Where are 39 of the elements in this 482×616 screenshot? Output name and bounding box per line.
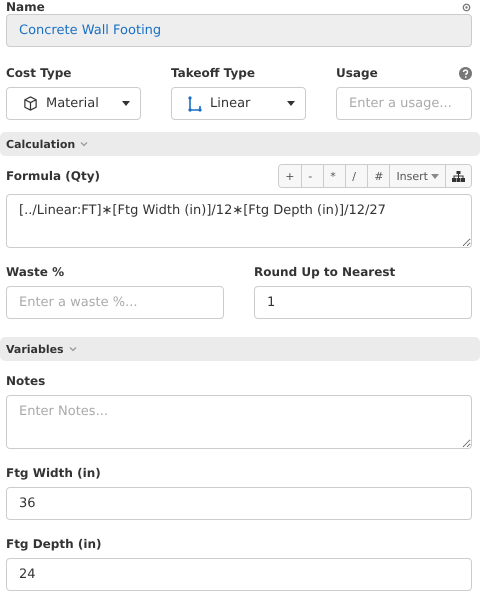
operator-button[interactable]: # <box>367 165 390 187</box>
field-label: Takeoff Type <box>171 66 255 80</box>
section-header[interactable]: Calculation <box>0 132 480 156</box>
operator-button[interactable]: * <box>323 165 346 187</box>
takeoff-type-select[interactable]: Linear <box>171 87 306 120</box>
field-label: Ftg Width (in) <box>6 466 101 480</box>
operator-button[interactable]: - <box>301 165 324 187</box>
hierarchy-icon <box>452 170 465 182</box>
field-label: Waste % <box>6 265 64 279</box>
variable-field[interactable]: 36 <box>6 487 472 520</box>
tree-button[interactable] <box>445 165 471 187</box>
caret-icon <box>287 101 295 106</box>
waste-field[interactable]: Enter a waste %... <box>6 286 224 319</box>
name-field[interactable]: Concrete Wall Footing <box>6 14 472 47</box>
usage-field[interactable]: Enter a usage... <box>336 87 472 120</box>
operator-button[interactable]: + <box>279 165 302 187</box>
round-up-field[interactable]: 1 <box>254 286 472 319</box>
linear-icon <box>188 96 202 112</box>
cube-icon <box>23 96 38 111</box>
settings-icon[interactable] <box>461 2 472 12</box>
field-label: Formula (Qty) <box>6 169 100 183</box>
chevron-icon <box>68 346 77 352</box>
help-icon[interactable] <box>459 66 472 80</box>
caret-icon <box>431 174 439 178</box>
insert-dropdown[interactable]: Insert <box>389 165 445 187</box>
field-label: Name <box>6 0 45 14</box>
formula-field[interactable]: [../Linear:FT]∗[Ftg Width (in)]/12∗[Ftg Depth (in)]/12/27 <box>6 194 472 248</box>
operator-button[interactable]: / <box>345 165 368 187</box>
field-label: Ftg Depth (in) <box>6 537 102 551</box>
notes-field[interactable]: Enter Notes... <box>6 395 472 449</box>
field-label: Usage <box>336 66 378 80</box>
variable-field[interactable]: 24 <box>6 558 472 591</box>
chevron-icon <box>80 141 88 147</box>
section-header[interactable]: Variables <box>0 337 480 361</box>
field-label: Notes <box>6 374 46 388</box>
caret-icon <box>122 101 130 106</box>
field-label: Cost Type <box>6 66 72 80</box>
field-label: Round Up to Nearest <box>254 265 396 279</box>
cost-type-select[interactable]: Material <box>6 87 141 120</box>
